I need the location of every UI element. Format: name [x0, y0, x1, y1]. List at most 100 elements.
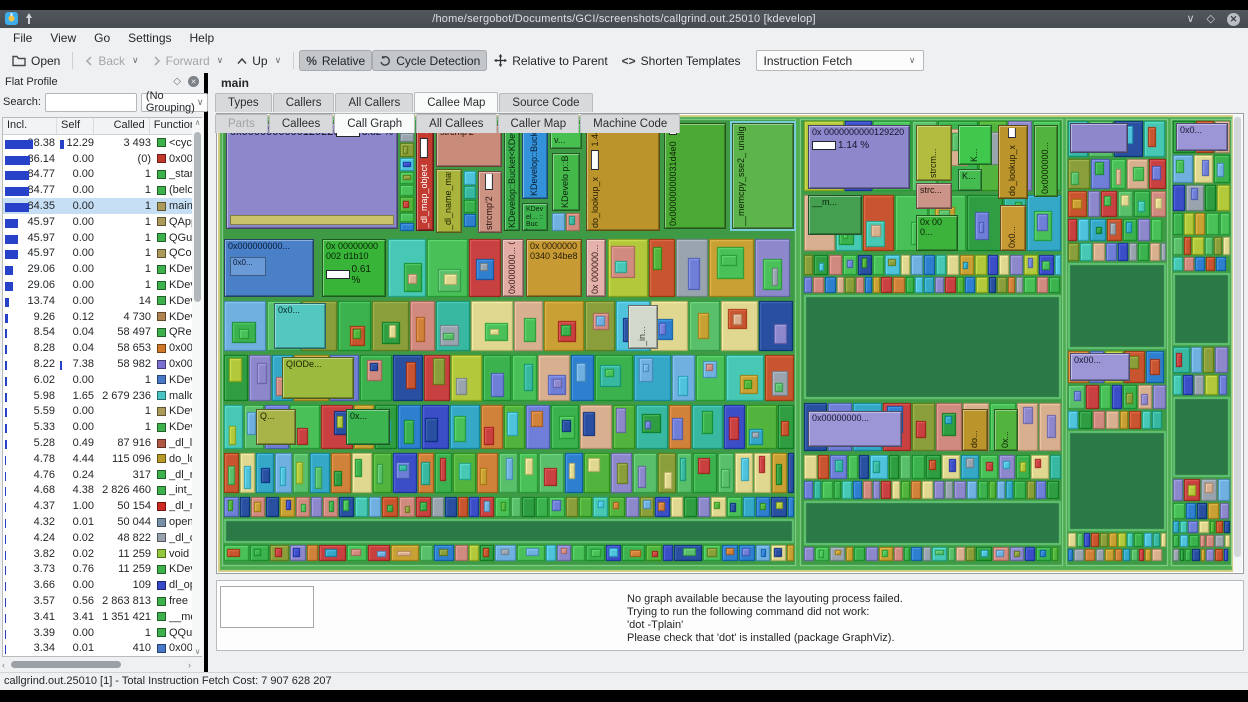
grouping-select[interactable]: (No Grouping) ∨: [140, 90, 209, 114]
treemap-block[interactable]: 0x 000000...: [586, 239, 606, 297]
float-icon[interactable]: ◇: [173, 76, 181, 87]
treemap-block[interactable]: K...: [958, 169, 982, 191]
dock-close-icon[interactable]: ✕: [188, 76, 199, 87]
table-row[interactable]: 5.330.001KDevSplash: [3, 419, 201, 435]
table-vertical-scrollbar[interactable]: ∧ ∨: [192, 118, 203, 656]
table-row[interactable]: 4.320.0150 044openaux: [3, 514, 201, 530]
treemap-block[interactable]: KDevelo p::Buc...: [552, 153, 580, 211]
menu-settings[interactable]: Settings: [119, 29, 180, 47]
treemap-block[interactable]: strcm...: [916, 125, 952, 181]
tab-all-callers[interactable]: All Callers: [335, 93, 414, 112]
scrollbar-handle[interactable]: [11, 661, 121, 668]
treemap-block[interactable]: strcmp'2 0.43 %: [478, 171, 502, 233]
table-row[interactable]: 3.730.7611 259KDevelop::: [3, 562, 201, 578]
table-row[interactable]: 4.240.0248 822_dl_catch_: [3, 530, 201, 546]
tab-call-graph[interactable]: Call Graph: [334, 113, 416, 133]
table-row[interactable]: 6.020.001KDevelop::: [3, 372, 201, 388]
table-row[interactable]: 5.98 1.65 2 679 236 malloc: [3, 388, 201, 404]
table-row[interactable]: 8.227.3858 9820x0000000: [3, 356, 201, 372]
tab-caller-map[interactable]: Caller Map: [497, 114, 580, 133]
treemap-block[interactable]: __memcpy_sse2_ unaligned 1.39 %: [732, 123, 794, 229]
table-row[interactable]: 13.740.0014KDevelop::: [3, 293, 201, 309]
back-button[interactable]: Back ∨: [78, 50, 145, 71]
scroll-right-arrow[interactable]: ›: [188, 660, 191, 670]
chevron-down-icon[interactable]: ∨: [275, 55, 282, 66]
treemap-block[interactable]: 0x...: [994, 409, 1018, 451]
table-row[interactable]: 5.280.4987 916_dl_lookup: [3, 435, 201, 451]
treemap-block[interactable]: 0x00000000...: [808, 411, 902, 447]
table-row[interactable]: 29.060.001KDevelop::: [3, 261, 201, 277]
treemap-block[interactable]: KDevel... ::Buck...: [522, 203, 548, 231]
scrollbar-handle[interactable]: [1234, 117, 1241, 557]
maximize-icon[interactable]: ◇: [1207, 11, 1215, 27]
open-button[interactable]: Open: [5, 50, 67, 71]
treemap-block[interactable]: QIODe...: [282, 357, 354, 399]
menu-view[interactable]: View: [41, 29, 85, 47]
col-header-incl[interactable]: Incl.: [3, 118, 58, 134]
table-row[interactable]: 45.970.001QGuiApplic: [3, 230, 201, 246]
table-row[interactable]: 9.260.124 730KDevelop::: [3, 309, 201, 325]
forward-button[interactable]: Forward ∨: [146, 50, 231, 71]
table-row[interactable]: 8.280.0458 6530x0000000: [3, 340, 201, 356]
treemap-block[interactable]: do...: [962, 409, 988, 451]
tab-callees[interactable]: Callees: [268, 114, 334, 133]
callee-map[interactable]: 0x00000000001292203.82 % _dl_map_object 1…: [216, 113, 1244, 574]
treemap-block[interactable]: strc...: [916, 183, 952, 209]
table-row[interactable]: 3.660.00109dl_open_w: [3, 577, 201, 593]
col-header-called[interactable]: Called: [94, 118, 150, 134]
table-row[interactable]: 45.970.001QCoreAppl: [3, 246, 201, 262]
shorten-templates-toggle[interactable]: <> Shorten Templates: [615, 50, 748, 71]
minimize-icon[interactable]: ∨: [1186, 11, 1194, 27]
treemap-block[interactable]: __m...: [808, 195, 862, 235]
treemap-block[interactable]: 0x 0000000000129220 1.14 %: [808, 125, 910, 189]
table-row[interactable]: 4.371.0050 154_dl_map_o: [3, 498, 201, 514]
treemap-block[interactable]: 0x00000000001292203.82 %: [226, 123, 398, 229]
tab-callers[interactable]: Callers: [272, 93, 335, 112]
treemap-block[interactable]: 0x000000... 000461...: [502, 239, 524, 297]
treemap-block[interactable]: 0x 00000000340 34be8: [526, 239, 582, 297]
table-row[interactable]: 3.390.001QQuickVie: [3, 625, 201, 641]
treemap-block[interactable]: 0x000000000... 0x0...: [224, 239, 314, 297]
treemap-block[interactable]: _dl_name_match_p 1.04 %: [436, 169, 462, 233]
treemap-block[interactable]: KDevelop::Bucket <KDevelop::Qu...: [522, 123, 548, 199]
up-button[interactable]: Up ∨: [230, 50, 288, 71]
treemap-block[interactable]: 0x0000000...: [1034, 125, 1058, 197]
chevron-down-icon[interactable]: ∨: [217, 55, 224, 66]
scroll-up-arrow[interactable]: ∧: [192, 118, 203, 127]
event-type-select[interactable]: Instruction Fetch ∨: [755, 50, 924, 71]
treemap-block[interactable]: 0x00000000031d4e0 1.28 %: [664, 123, 726, 229]
treemap-scrollbar[interactable]: [1233, 115, 1242, 572]
table-row[interactable]: 84.77 0.00 1 _start: [3, 167, 201, 183]
treemap-block[interactable]: KDevelop::Bucket<KDevel...: [504, 123, 520, 231]
chevron-down-icon[interactable]: ∨: [132, 55, 139, 66]
table-row[interactable]: 45.970.001QApplicati: [3, 214, 201, 230]
treemap-block[interactable]: _in...: [628, 305, 658, 349]
table-row[interactable]: 29.060.001KDevelop::: [3, 277, 201, 293]
tab-callee-map[interactable]: Callee Map: [414, 92, 499, 112]
table-row[interactable]: 3.413.411 351 421__memcpy: [3, 609, 201, 625]
treemap-block[interactable]: Q...: [256, 409, 296, 445]
close-icon[interactable]: ✕: [1227, 12, 1240, 26]
tab-machine-code[interactable]: Machine Code: [580, 114, 681, 133]
treemap-block[interactable]: _dl_map_object 1.96 %: [416, 123, 434, 231]
table-row[interactable]: 4.684.382 826 460_int_mallo: [3, 483, 201, 499]
table-horizontal-scrollbar[interactable]: ‹ ›: [2, 659, 191, 670]
cycle-detection-toggle[interactable]: Cycle Detection: [372, 50, 488, 71]
col-header-self[interactable]: Self: [57, 118, 94, 134]
scroll-down-arrow[interactable]: ∨: [192, 647, 203, 656]
search-input[interactable]: [44, 92, 137, 112]
treemap-subblock[interactable]: 0x0...: [230, 257, 266, 276]
tab-all-callees[interactable]: All Callees: [416, 114, 497, 133]
tab-types[interactable]: Types: [215, 93, 272, 112]
table-row[interactable]: 84.35 0.00 1 main: [3, 198, 201, 214]
treemap-block[interactable]: do_lookup_x 1.44 %: [586, 123, 660, 231]
relative-toggle[interactable]: % Relative: [299, 50, 373, 71]
relative-to-parent-toggle[interactable]: Relative to Parent: [487, 50, 614, 71]
table-row[interactable]: 3.57 0.56 2 863 813 free: [3, 593, 201, 609]
table-row[interactable]: 8.540.0458 497QRegExp::: [3, 325, 201, 341]
table-row[interactable]: 86.140.00(0)0x0000000: [3, 151, 201, 167]
treemap-block[interactable]: 0x0...: [1000, 205, 1026, 251]
treemap-block[interactable]: 0x00...: [1070, 353, 1130, 381]
table-row[interactable]: 84.770.001(below mai: [3, 182, 201, 198]
treemap-block[interactable]: 0x 000...: [916, 215, 958, 251]
